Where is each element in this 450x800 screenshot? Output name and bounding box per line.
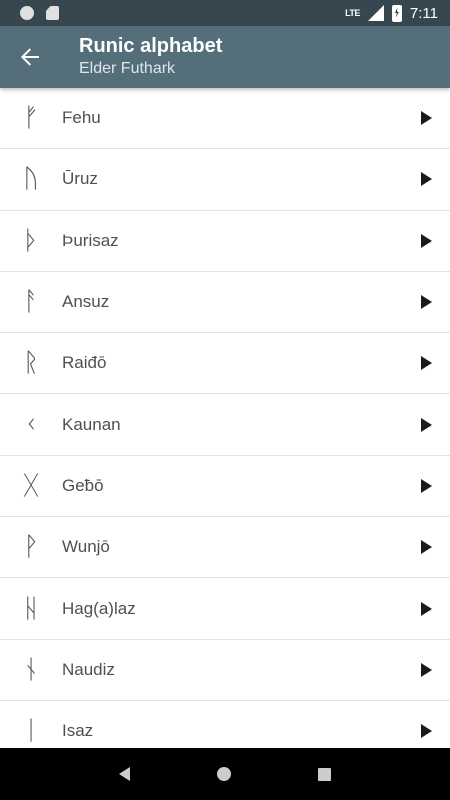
list-item[interactable]: ᚹ Wunjō — [0, 517, 450, 579]
rune-glyph: ᚦ — [23, 225, 39, 256]
page-title: Runic alphabet — [79, 35, 223, 57]
navigation-bar — [0, 748, 450, 800]
status-time: 7:11 — [409, 4, 438, 22]
rune-glyph: ᚷ — [23, 470, 39, 501]
signal-icon — [367, 5, 384, 21]
play-arrow-icon[interactable] — [402, 662, 450, 677]
page-subtitle: Elder Futhark — [79, 60, 176, 77]
arrow-left-icon — [21, 48, 39, 66]
list-item[interactable]: ᚠ Fehu — [0, 88, 450, 150]
list-item[interactable]: ᚢ Ūruz — [0, 149, 450, 211]
list-item[interactable]: ᚦ Þurisaz — [0, 211, 450, 272]
list-item[interactable]: ᚾ Naudiz — [0, 640, 450, 701]
title-block: Runic alphabet Elder Futhark — [79, 34, 222, 80]
app-bar: Runic alphabet Elder Futhark — [0, 26, 450, 88]
list-item[interactable]: ᚱ Raiđō — [0, 333, 450, 395]
rune-glyph: ᚢ — [23, 164, 39, 195]
list-item[interactable]: ᚺ Hag(a)laz — [0, 578, 450, 640]
play-arrow-icon[interactable] — [402, 172, 450, 187]
rune-list[interactable]: ᚠ Fehu ᚢ Ūruz ᚦ Þurisaz ᚨ Ansuz ᚱ Raiđō … — [0, 88, 450, 748]
rune-name: Isaz — [62, 721, 94, 741]
play-arrow-icon[interactable] — [402, 111, 450, 126]
rune-glyph: ᚾ — [23, 654, 39, 685]
status-left — [20, 6, 59, 20]
rune-glyph: ᚺ — [23, 593, 39, 624]
rune-name: Þurisaz — [62, 230, 119, 250]
back-triangle-icon[interactable] — [118, 767, 130, 781]
play-arrow-icon[interactable] — [402, 356, 450, 371]
play-arrow-icon[interactable] — [402, 295, 450, 310]
battery-charging-icon — [391, 4, 402, 22]
rune-glyph: ᚹ — [23, 532, 39, 563]
rune-name: Fehu — [62, 108, 101, 128]
rune-glyph: ᚲ — [23, 409, 39, 440]
play-arrow-icon[interactable] — [402, 601, 450, 616]
status-bar: LTE 7:11 — [0, 0, 450, 26]
rune-glyph: ᛁ — [23, 716, 39, 747]
play-arrow-icon[interactable] — [402, 724, 450, 739]
back-button[interactable] — [0, 26, 60, 88]
list-item[interactable]: ᚨ Ansuz — [0, 272, 450, 334]
rune-glyph: ᚨ — [23, 287, 39, 318]
status-right: LTE 7:11 — [345, 4, 438, 22]
play-arrow-icon[interactable] — [402, 540, 450, 555]
play-arrow-icon[interactable] — [402, 417, 450, 432]
list-item[interactable]: ᚷ Geƀō — [0, 456, 450, 518]
recents-square-icon[interactable] — [318, 767, 332, 781]
play-arrow-icon[interactable] — [402, 233, 450, 248]
play-arrow-icon[interactable] — [402, 478, 450, 493]
rune-name: Kaunan — [62, 414, 121, 434]
rune-name: Naudiz — [62, 659, 115, 679]
lte-label: LTE — [345, 8, 360, 18]
sd-card-icon — [46, 6, 59, 20]
rune-glyph: ᚱ — [23, 348, 39, 379]
list-item[interactable]: ᛁ Isaz — [0, 701, 450, 748]
home-circle-icon[interactable] — [216, 767, 231, 781]
rune-name: Wunjō — [62, 537, 110, 557]
list-item[interactable]: ᚲ Kaunan — [0, 394, 450, 456]
rune-name: Ansuz — [62, 292, 110, 312]
rune-name: Geƀō — [62, 475, 104, 495]
rune-glyph: ᚠ — [23, 103, 39, 134]
rune-name: Hag(a)laz — [62, 598, 136, 618]
rune-name: Raiđō — [62, 353, 107, 373]
rune-name: Ūruz — [62, 169, 98, 189]
notification-dot-icon — [20, 6, 34, 20]
